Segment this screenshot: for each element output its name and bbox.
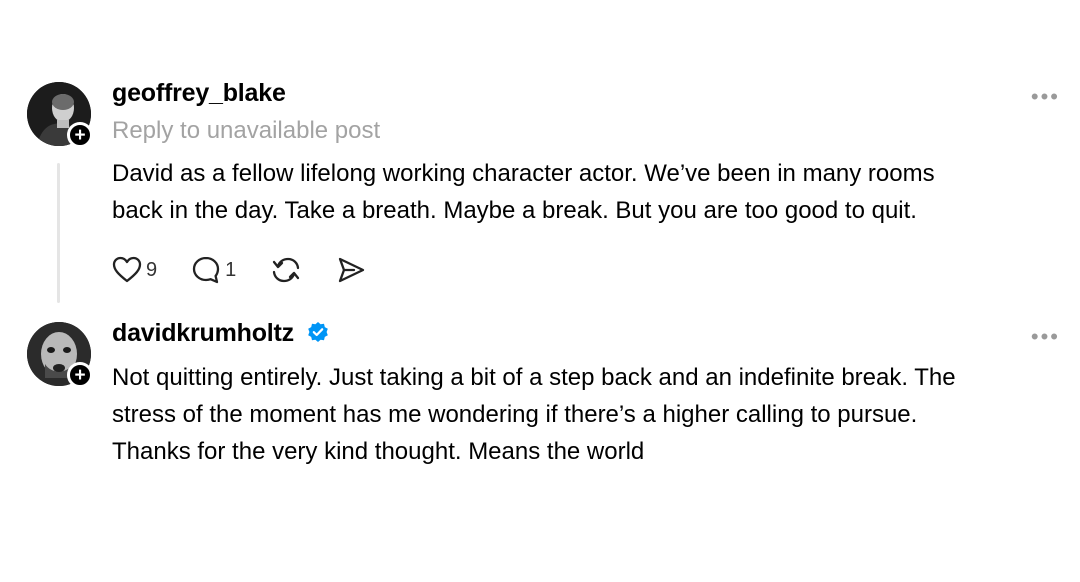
share-icon [339, 257, 365, 283]
action-bar: 9 1 [112, 253, 400, 287]
post-body: David as a fellow lifelong working chara… [112, 155, 935, 229]
share-button[interactable] [336, 256, 366, 284]
like-count: 9 [146, 258, 158, 281]
like-button[interactable]: 9 [112, 256, 157, 284]
follow-plus-icon[interactable]: + [67, 122, 93, 148]
reply-context[interactable]: Reply to unavailable post [112, 117, 380, 145]
reply-count: 1 [225, 258, 237, 281]
comment-icon [192, 256, 220, 284]
follow-plus-icon[interactable]: + [67, 362, 93, 388]
more-icon[interactable]: ••• [1031, 86, 1060, 108]
comment-button[interactable]: 1 [191, 255, 236, 285]
repost-button[interactable] [270, 255, 302, 285]
body-line: back in the day. Take a breath. Maybe a … [112, 197, 917, 224]
post-davidkrumholtz: + davidkrumholtz ••• Not quitting entire… [0, 300, 1080, 582]
repost-icon [273, 257, 300, 283]
more-icon[interactable]: ••• [1031, 326, 1060, 348]
verified-badge-icon [307, 321, 329, 350]
username[interactable]: davidkrumholtz [112, 319, 329, 350]
username-text: davidkrumholtz [112, 319, 294, 347]
heart-icon [112, 256, 142, 283]
avatar-container[interactable]: + [27, 82, 93, 148]
body-line: Thanks for the very kind thought. Means … [112, 438, 645, 465]
avatar-container[interactable]: + [27, 322, 93, 388]
thread-line [57, 163, 60, 303]
body-line: stress of the moment has me wondering if… [112, 401, 918, 428]
body-line: Not quitting entirely. Just taking a bit… [112, 364, 956, 391]
body-line: David as a fellow lifelong working chara… [112, 160, 935, 187]
post-body: Not quitting entirely. Just taking a bit… [112, 359, 956, 470]
username[interactable]: geoffrey_blake [112, 79, 286, 108]
post-geoffrey-blake: + geoffrey_blake ••• Reply to unavailabl… [0, 0, 1080, 303]
